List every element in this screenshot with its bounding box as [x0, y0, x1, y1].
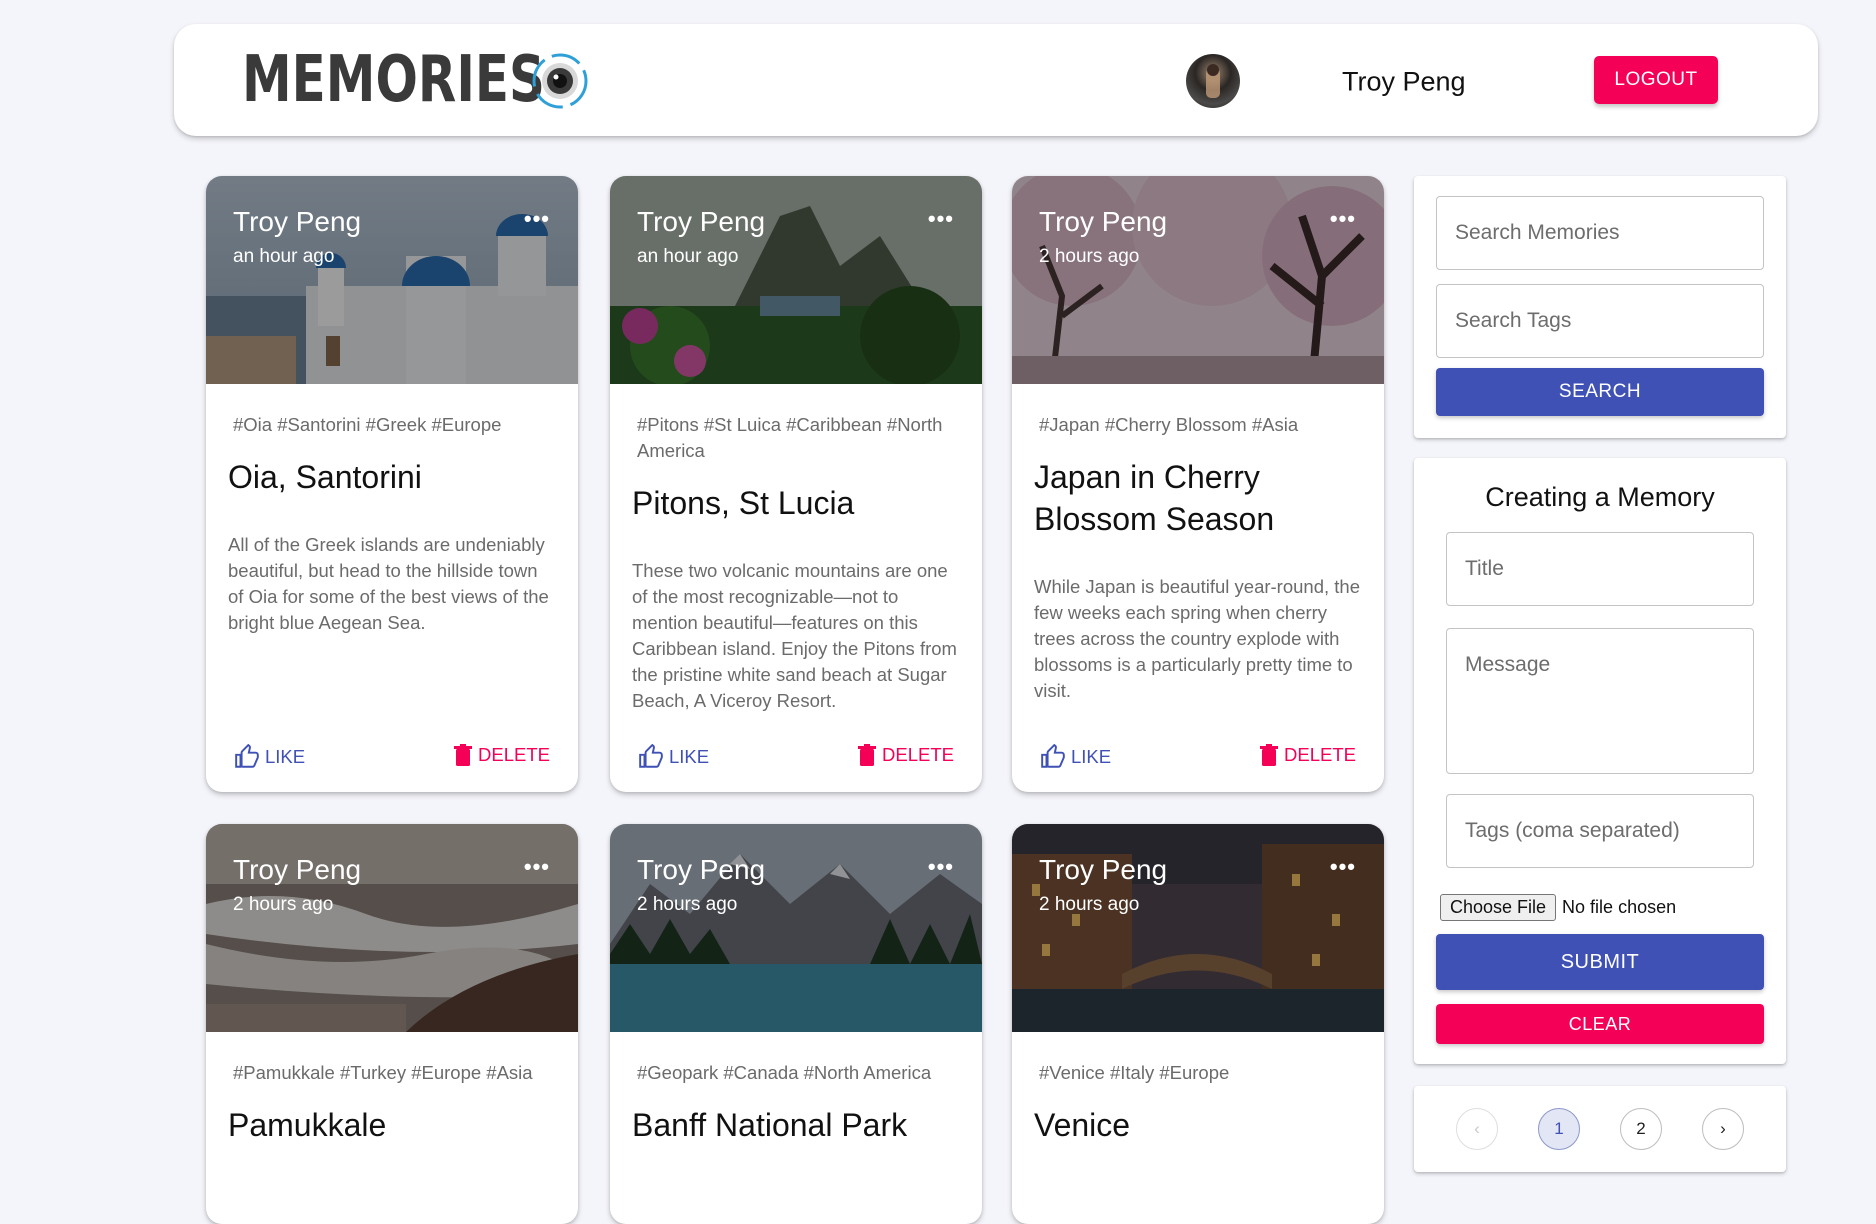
delete-button[interactable]: DELETE: [454, 744, 550, 766]
message-textarea[interactable]: Message: [1446, 628, 1754, 774]
delete-label: DELETE: [882, 744, 954, 765]
post-tags: #Japan #Cherry Blossom #Asia: [1039, 414, 1299, 435]
post-author: Troy Peng: [637, 854, 766, 885]
post-title: Venice: [1034, 1107, 1131, 1143]
form-title: Creating a Memory: [1485, 482, 1715, 512]
more-options-icon[interactable]: •••: [1330, 206, 1356, 232]
post-author: Troy Peng: [1039, 854, 1168, 885]
post-title: Pitons, St Lucia: [632, 485, 855, 521]
title-input[interactable]: Title: [1446, 532, 1754, 606]
post-tags: #Pitons #St Luica #Caribbean #North Amer…: [637, 414, 943, 461]
like-button[interactable]: LIKE: [1039, 744, 1111, 770]
post-time: 2 hours ago: [233, 894, 334, 915]
post-title: Oia, Santorini: [228, 459, 422, 495]
choose-file-button[interactable]: Choose File: [1440, 894, 1557, 921]
post-author: Troy Peng: [233, 854, 362, 885]
page-1-button[interactable]: 1: [1538, 1108, 1580, 1150]
file-input: Choose File No file chosen: [1440, 894, 1676, 921]
like-label: LIKE: [669, 746, 710, 767]
like-button[interactable]: LIKE: [637, 744, 709, 770]
search-button[interactable]: SEARCH: [1436, 368, 1764, 416]
brand-wordmark[interactable]: MEMORIES: [242, 48, 545, 112]
post-title: Japan in Cherry Blossom Season: [1034, 459, 1275, 537]
next-page-button[interactable]: ›: [1702, 1108, 1744, 1150]
post-time: 2 hours ago: [637, 894, 738, 915]
search-memories-input[interactable]: Search Memories: [1436, 196, 1764, 270]
thumb-up-icon: [639, 744, 663, 768]
delete-button[interactable]: DELETE: [1260, 744, 1356, 766]
delete-button[interactable]: DELETE: [858, 744, 954, 766]
delete-label: DELETE: [478, 744, 550, 765]
memory-card[interactable]: Troy Peng an hour ago ••• #Oia #Santorin…: [206, 176, 578, 792]
post-title: Pamukkale: [228, 1107, 387, 1143]
post-author: Troy Peng: [233, 206, 362, 237]
search-tags-input[interactable]: Search Tags: [1436, 284, 1764, 358]
create-memory-form: Creating a Memory Title Message Tags (co…: [1414, 458, 1786, 1064]
post-tags: #Geopark #Canada #North America: [637, 1062, 932, 1083]
post-message: These two volcanic mountains are one of …: [632, 560, 957, 711]
like-label: LIKE: [1071, 746, 1112, 767]
post-tags: #Oia #Santorini #Greek #Europe: [233, 414, 502, 435]
post-time: 2 hours ago: [1039, 894, 1140, 915]
tags-input[interactable]: Tags (coma separated): [1446, 794, 1754, 868]
post-author: Troy Peng: [1039, 206, 1168, 237]
post-time: an hour ago: [637, 246, 739, 267]
post-tags: #Pamukkale #Turkey #Europe #Asia: [233, 1062, 533, 1083]
thumb-up-icon: [235, 744, 259, 768]
more-options-icon[interactable]: •••: [524, 854, 550, 880]
trash-icon: [858, 744, 877, 766]
logout-button[interactable]: LOGOUT: [1594, 56, 1718, 104]
page-2-button[interactable]: 2: [1620, 1108, 1662, 1150]
memory-card[interactable]: Troy Peng 2 hours ago ••• #Japan #Cherry…: [1012, 176, 1384, 792]
more-options-icon[interactable]: •••: [1330, 854, 1356, 880]
memory-card[interactable]: Troy Peng 2 hours ago ••• #Venice #Italy…: [1012, 824, 1384, 1224]
submit-button[interactable]: SUBMIT: [1436, 934, 1764, 990]
memory-card[interactable]: Troy Peng an hour ago ••• #Pitons #St Lu…: [610, 176, 982, 792]
file-status: No file chosen: [1562, 897, 1677, 917]
like-button[interactable]: LIKE: [233, 744, 305, 770]
avatar[interactable]: [1186, 54, 1240, 108]
more-options-icon[interactable]: •••: [524, 206, 550, 232]
pagination: ‹ 1 2 ›: [1414, 1086, 1786, 1172]
more-options-icon[interactable]: •••: [928, 206, 954, 232]
like-label: LIKE: [265, 746, 306, 767]
post-tags: #Venice #Italy #Europe: [1039, 1062, 1230, 1083]
card-actions: LIKE DELETE: [610, 744, 982, 774]
thumb-up-icon: [1041, 744, 1065, 768]
card-actions: LIKE DELETE: [206, 744, 578, 774]
post-message: While Japan is beautiful year-round, the…: [1034, 576, 1360, 701]
post-time: an hour ago: [233, 246, 335, 267]
trash-icon: [1260, 744, 1279, 766]
post-message: All of the Greek islands are undeniably …: [228, 534, 549, 633]
prev-page-button[interactable]: ‹: [1456, 1108, 1498, 1150]
card-actions: LIKE DELETE: [1012, 744, 1384, 774]
delete-label: DELETE: [1284, 744, 1356, 765]
post-title: Banff National Park: [632, 1107, 908, 1143]
post-time: 2 hours ago: [1039, 246, 1140, 267]
more-options-icon[interactable]: •••: [928, 854, 954, 880]
trash-icon: [454, 744, 473, 766]
post-author: Troy Peng: [637, 206, 766, 237]
username: Troy Peng: [1342, 66, 1466, 97]
app-bar: MEMORIES Troy Peng LOGOUT: [174, 24, 1818, 136]
memory-card[interactable]: Troy Peng 2 hours ago ••• #Geopark #Cana…: [610, 824, 982, 1224]
search-panel: Search Memories Search Tags SEARCH: [1414, 176, 1786, 438]
camera-lens-icon: [532, 53, 588, 109]
memory-card[interactable]: Troy Peng 2 hours ago ••• #Pamukkale #Tu…: [206, 824, 578, 1224]
clear-button[interactable]: CLEAR: [1436, 1004, 1764, 1044]
